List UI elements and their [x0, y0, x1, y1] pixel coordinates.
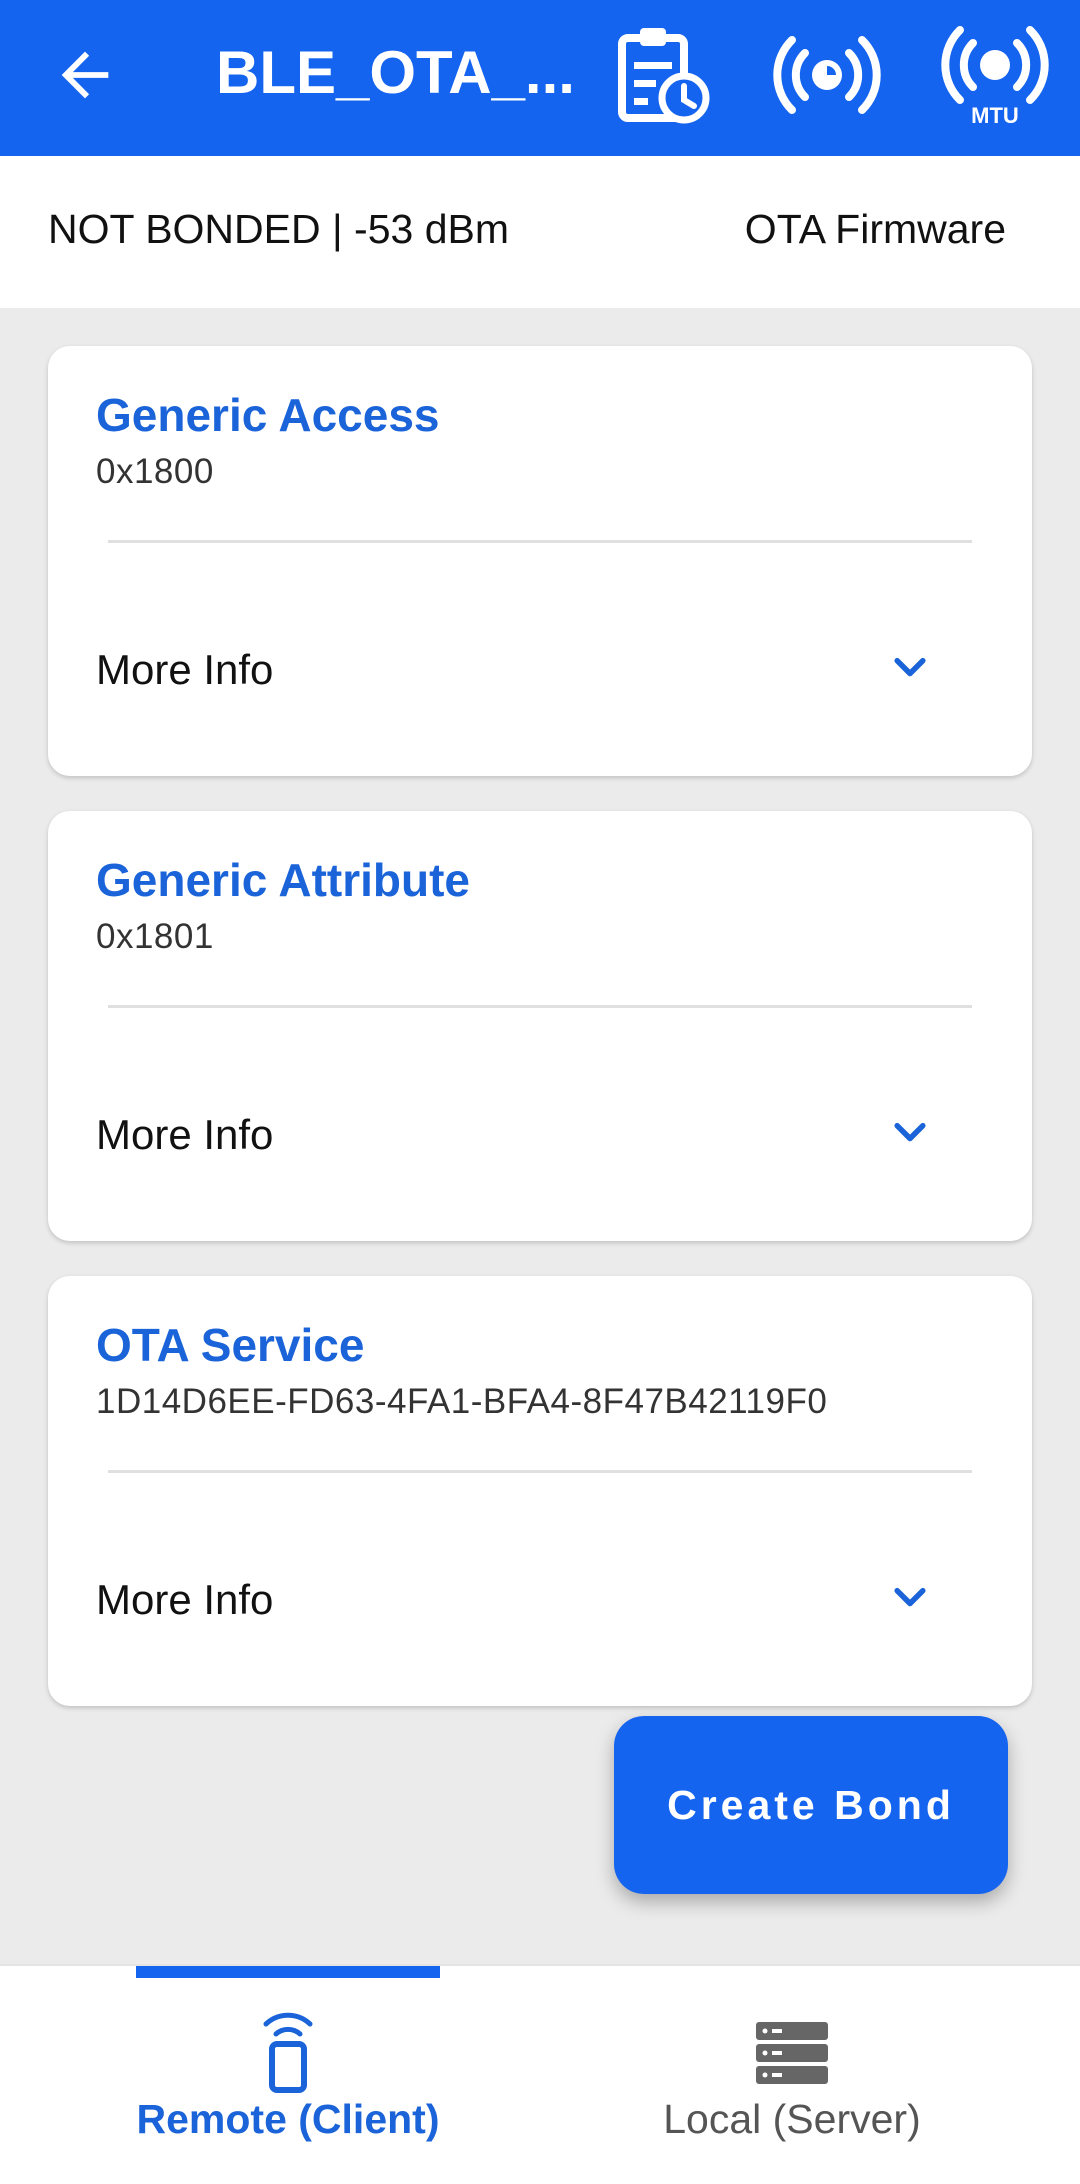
create-bond-button[interactable]: Create Bond	[614, 1716, 1008, 1894]
connection-info-bar: NOT BONDED | -53 dBm OTA Firmware	[0, 156, 1080, 308]
tab-local-server[interactable]: Local (Server)	[572, 1966, 1012, 2184]
divider	[108, 540, 972, 543]
device-title: BLE_OTA_...	[216, 39, 575, 106]
service-uuid: 0x1801	[96, 917, 214, 956]
chevron-down-icon[interactable]	[888, 1576, 932, 1620]
app-bar: BLE_OTA_... MTU	[0, 0, 1080, 156]
tab-remote-label: Remote (Client)	[136, 2096, 440, 2142]
service-name: Generic Attribute	[96, 854, 471, 906]
service-card: Generic Attribute 0x1801 More Info	[48, 811, 1032, 1241]
phone-signal-icon	[263, 2012, 313, 2093]
service-name: OTA Service	[96, 1319, 365, 1371]
mtu-label: MTU	[971, 103, 1019, 128]
bottom-navigation: Remote (Client) Local (Server)	[0, 1964, 1080, 2184]
bond-rssi-status: NOT BONDED | -53 dBm	[48, 206, 509, 252]
firmware-label: OTA Firmware	[744, 206, 1006, 252]
service-uuid: 0x1800	[96, 452, 214, 491]
divider	[108, 1005, 972, 1008]
mtu-icon[interactable]: MTU	[940, 20, 1050, 130]
more-info-toggle[interactable]: More Info	[96, 646, 273, 694]
divider	[108, 1470, 972, 1473]
tab-local-label: Local (Server)	[663, 2096, 921, 2142]
server-icon	[756, 2022, 828, 2084]
tab-remote-client[interactable]: Remote (Client)	[68, 1966, 508, 2184]
service-name: Generic Access	[96, 389, 440, 441]
back-arrow-icon[interactable]	[50, 40, 120, 110]
log-clipboard-icon[interactable]	[608, 20, 718, 130]
more-info-toggle[interactable]: More Info	[96, 1576, 273, 1624]
chevron-down-icon[interactable]	[888, 646, 932, 690]
service-card: Generic Access 0x1800 More Info	[48, 346, 1032, 776]
service-uuid: 1D14D6EE-FD63-4FA1-BFA4-8F47B42119F0	[96, 1382, 828, 1421]
rssi-signal-icon[interactable]	[772, 20, 882, 130]
chevron-down-icon[interactable]	[888, 1111, 932, 1155]
service-card: OTA Service 1D14D6EE-FD63-4FA1-BFA4-8F47…	[48, 1276, 1032, 1706]
more-info-toggle[interactable]: More Info	[96, 1111, 273, 1159]
